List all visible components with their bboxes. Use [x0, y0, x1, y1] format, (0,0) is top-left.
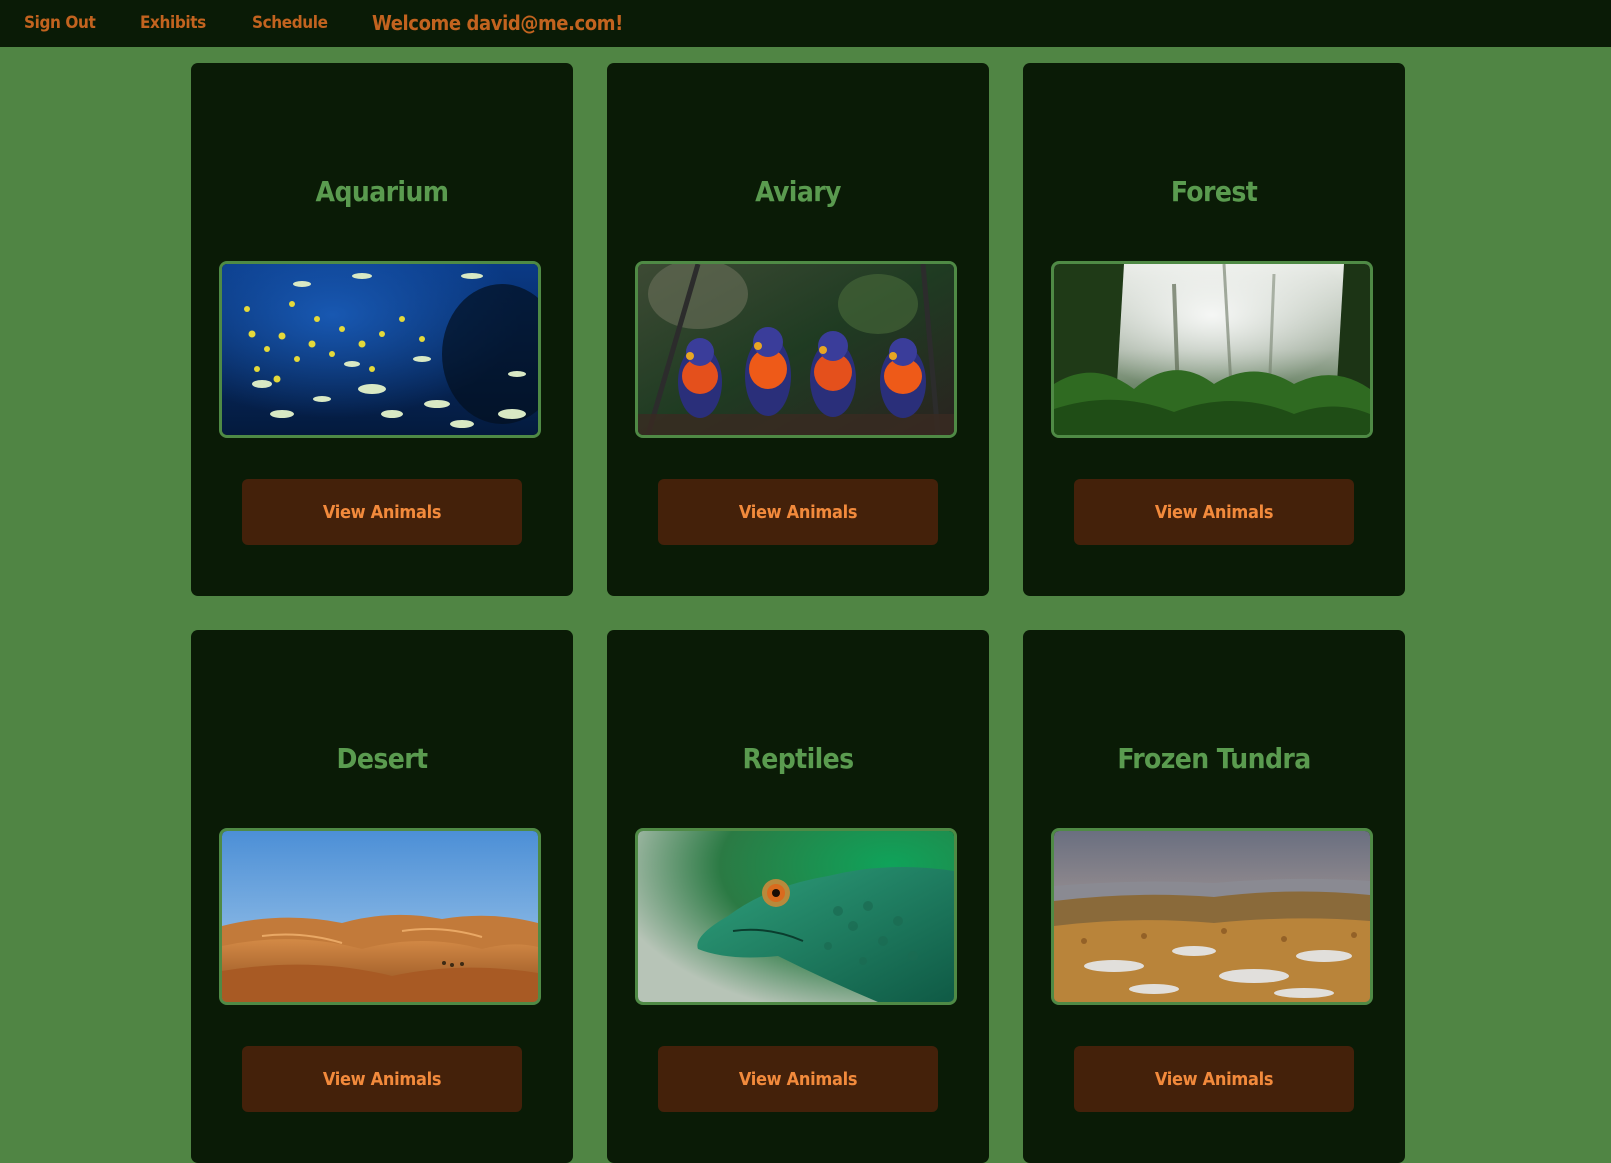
view-animals-button[interactable]: View Animals [658, 1046, 938, 1112]
top-navbar: Sign Out Exhibits Schedule Welcome david… [0, 0, 1611, 47]
exhibit-title: Desert [336, 742, 429, 775]
exhibit-card-desert: Desert View Animals [191, 630, 573, 1163]
aquarium-photo [219, 261, 541, 438]
aviary-photo [635, 261, 957, 438]
exhibit-card-reptiles: Reptiles View Animals [607, 630, 989, 1163]
exhibit-title: Frozen Tundra [1117, 742, 1311, 775]
exhibit-title: Aquarium [315, 175, 450, 208]
frozen-tundra-photo [1051, 828, 1373, 1005]
schedule-link[interactable]: Schedule [252, 0, 328, 47]
exhibit-card-frozen-tundra: Frozen Tundra View Animals [1023, 630, 1405, 1163]
exhibits-link[interactable]: Exhibits [140, 0, 206, 47]
exhibit-card-forest: Forest View Animals [1023, 63, 1405, 596]
forest-photo [1051, 261, 1373, 438]
exhibit-card-aviary: Aviary View Animals [607, 63, 989, 596]
exhibit-card-aquarium: Aquarium View Animals [191, 63, 573, 596]
view-animals-button[interactable]: View Animals [1074, 479, 1354, 545]
welcome-message: Welcome david@me.com! [372, 11, 623, 35]
view-animals-button[interactable]: View Animals [1074, 1046, 1354, 1112]
desert-photo [219, 828, 541, 1005]
view-animals-button[interactable]: View Animals [242, 1046, 522, 1112]
reptiles-photo [635, 828, 957, 1005]
view-animals-button[interactable]: View Animals [658, 479, 938, 545]
sign-out-link[interactable]: Sign Out [24, 0, 96, 47]
exhibit-title: Aviary [755, 175, 841, 208]
view-animals-button[interactable]: View Animals [242, 479, 522, 545]
exhibit-title: Forest [1170, 175, 1258, 208]
exhibit-title: Reptiles [742, 742, 854, 775]
